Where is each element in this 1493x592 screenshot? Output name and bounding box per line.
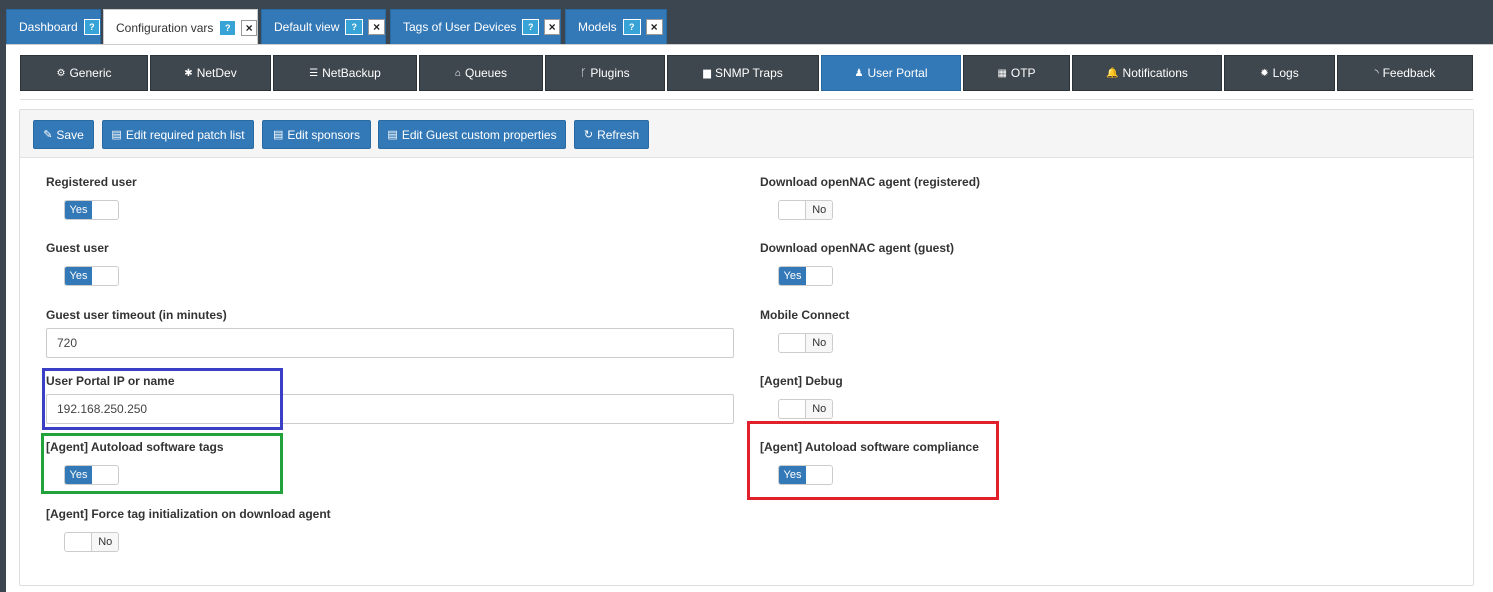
nav-feedback[interactable]: ◝ Feedback — [1337, 55, 1473, 91]
edit-guest-label: Edit Guest custom properties — [401, 127, 557, 142]
nav-label: Notifications — [1122, 66, 1188, 80]
main-panel: ⚙ Generic ✱ NetDev ☰ NetBackup ⌂ Queues ᚴ Plu… — [6, 44, 1493, 592]
help-icon[interactable]: ? — [219, 19, 237, 36]
help-icon[interactable]: ? — [522, 19, 540, 35]
tab-label: Models — [578, 20, 617, 34]
registered-user-label: Registered user — [46, 175, 137, 189]
nav-notifications[interactable]: 🔔 Notifications — [1072, 55, 1222, 91]
toggle-value: Yes — [65, 201, 92, 219]
agent-debug-toggle[interactable]: No — [778, 399, 833, 419]
registered-user-toggle[interactable]: Yes — [64, 200, 119, 220]
divider — [20, 99, 1473, 100]
rss-icon: ◝ — [1374, 67, 1379, 79]
tab-tags-of-user-devices[interactable]: Tags of User Devices ? × — [390, 9, 561, 44]
help-icon[interactable]: ? — [345, 19, 364, 35]
toolbar: ✎ Save ▤ Edit required patch list ▤ Edit sp… — [20, 110, 1473, 158]
mobile-connect-label: Mobile Connect — [760, 308, 850, 322]
tab-default-view[interactable]: Default view ? × — [261, 9, 386, 44]
edit-patch-list-button[interactable]: ▤ Edit required patch list — [102, 120, 254, 149]
code-fork-icon: ᚴ — [580, 67, 587, 79]
tab-label: Dashboard — [19, 20, 78, 34]
nav-label: NetDev — [196, 66, 237, 80]
highlight-box-green — [41, 433, 283, 494]
pencil-icon: ✎ — [43, 129, 53, 141]
nav-label: Feedback — [1382, 66, 1436, 80]
refresh-label: Refresh — [597, 127, 640, 142]
bug-icon: ✹ — [1260, 67, 1269, 79]
download-agent-registered-label: Download openNAC agent (registered) — [760, 175, 981, 189]
nav-user-portal[interactable]: ♟ User Portal — [821, 55, 961, 91]
highlight-box-red — [747, 421, 999, 500]
download-agent-guest-toggle[interactable]: Yes — [778, 266, 833, 286]
agent-debug-label: [Agent] Debug — [760, 374, 843, 388]
cogs-icon: ⚙ — [56, 67, 66, 79]
highlight-box-blue — [42, 368, 283, 430]
list-icon: ▤ — [111, 129, 122, 141]
help-icon[interactable]: ? — [83, 19, 100, 35]
edit-sponsors-label: Edit sponsors — [287, 127, 361, 142]
edit-patch-label: Edit required patch list — [125, 127, 245, 142]
nav-label: NetBackup — [322, 66, 381, 80]
toggle-value: No — [805, 334, 832, 352]
toggle-value: No — [805, 400, 832, 418]
nav-plugins[interactable]: ᚴ Plugins — [545, 55, 665, 91]
nav-generic[interactable]: ⚙ Generic — [20, 55, 148, 91]
close-icon[interactable]: × — [368, 19, 385, 35]
list-icon: ▤ — [272, 129, 284, 141]
guest-user-label: Guest user — [46, 241, 109, 255]
nav-netbackup[interactable]: ☰ NetBackup — [273, 55, 417, 91]
close-icon[interactable]: × — [645, 19, 663, 35]
nav-label: User Portal — [867, 66, 928, 80]
nav-otp[interactable]: ▦ OTP — [963, 55, 1070, 91]
tab-label: Default view — [274, 20, 340, 34]
nav-label: SNMP Traps — [714, 66, 783, 80]
nav-queues[interactable]: ⌂ Queues — [419, 55, 543, 91]
toggle-value: No — [91, 533, 118, 551]
guest-timeout-label: Guest user timeout (in minutes) — [46, 308, 227, 322]
download-agent-registered-toggle[interactable]: No — [778, 200, 833, 220]
top-tab-bar: Dashboard ? Configuration vars ? × Defau… — [0, 0, 1493, 45]
refresh-icon: ↻ — [583, 129, 594, 141]
tab-dashboard[interactable]: Dashboard ? — [6, 9, 101, 44]
gear-icon: ✱ — [184, 67, 193, 79]
mobile-connect-toggle[interactable]: No — [778, 333, 833, 353]
save-label: Save — [56, 127, 84, 142]
tab-models[interactable]: Models ? × — [565, 9, 667, 44]
nav-logs[interactable]: ✹ Logs — [1224, 55, 1335, 91]
guest-timeout-input[interactable]: 720 — [46, 328, 734, 358]
close-icon[interactable]: × — [241, 19, 257, 36]
briefcase-icon: ▆ — [703, 67, 711, 79]
user-icon: ♟ — [854, 67, 864, 79]
toggle-value: Yes — [779, 267, 806, 285]
tab-label: Tags of User Devices — [403, 20, 517, 34]
nav-label: Queues — [465, 66, 508, 80]
edit-sponsors-button[interactable]: ▤ Edit sponsors — [262, 120, 371, 149]
nav-label: Generic — [69, 66, 112, 80]
toggle-value: Yes — [65, 267, 92, 285]
nav-label: Logs — [1272, 66, 1299, 80]
help-icon[interactable]: ? — [622, 19, 641, 35]
tab-label: Configuration vars — [116, 20, 214, 35]
settings-panel: ✎ Save ▤ Edit required patch list ▤ Edit sp… — [19, 109, 1474, 586]
toggle-value: No — [805, 201, 832, 219]
download-agent-guest-label: Download openNAC agent (guest) — [760, 241, 954, 255]
database-icon: ☰ — [309, 67, 319, 79]
nav-snmp-traps[interactable]: ▆ SNMP Traps — [667, 55, 819, 91]
force-tag-init-label: [Agent] Force tag initialization on down… — [46, 507, 331, 521]
nav-label: OTP — [1010, 66, 1036, 80]
force-tag-init-toggle[interactable]: No — [64, 532, 119, 552]
tab-configuration-vars[interactable]: Configuration vars ? × — [103, 9, 258, 45]
list-icon: ▤ — [387, 129, 398, 141]
close-icon[interactable]: × — [544, 19, 560, 35]
bell-icon: 🔔 — [1106, 67, 1119, 79]
refresh-button[interactable]: ↻ Refresh — [574, 120, 649, 149]
nav-label: Plugins — [590, 66, 630, 80]
edit-guest-properties-button[interactable]: ▤ Edit Guest custom properties — [378, 120, 566, 149]
guest-user-toggle[interactable]: Yes — [64, 266, 119, 286]
qrcode-icon: ▦ — [997, 67, 1007, 79]
save-button[interactable]: ✎ Save — [33, 120, 94, 149]
nav-netdev[interactable]: ✱ NetDev — [150, 55, 271, 91]
inbox-icon: ⌂ — [454, 67, 461, 79]
